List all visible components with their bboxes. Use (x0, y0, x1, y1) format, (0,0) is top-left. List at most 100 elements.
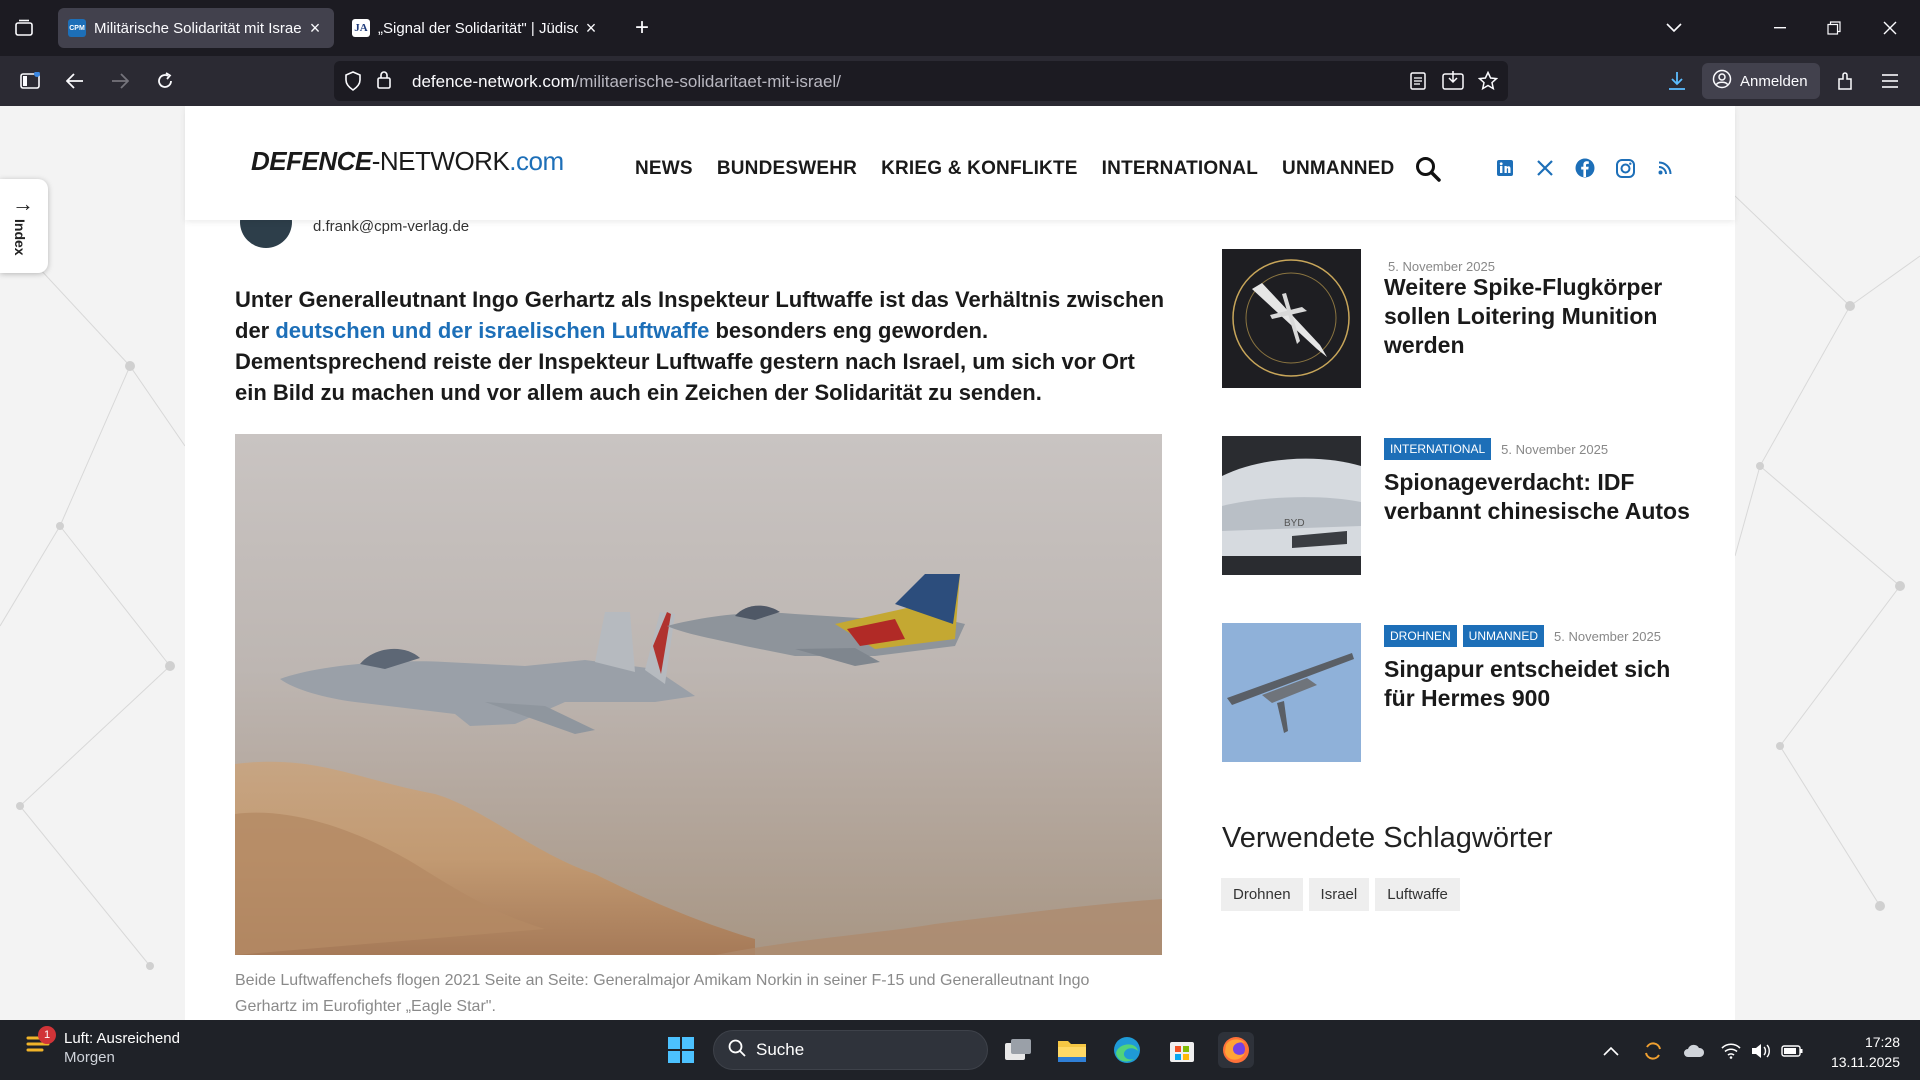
category-badge[interactable]: UNMANNED (1462, 625, 1545, 647)
onedrive-cloud-icon[interactable] (1683, 1040, 1705, 1062)
file-explorer-icon[interactable] (1054, 1032, 1090, 1068)
windows-start-icon[interactable] (663, 1032, 699, 1068)
related-thumbnail[interactable]: BYD (1222, 436, 1361, 575)
task-view-icon[interactable] (1000, 1032, 1036, 1068)
firefox-taskbar-icon[interactable] (1218, 1032, 1254, 1068)
taskbar-search[interactable]: Suche (713, 1030, 988, 1070)
x-twitter-icon[interactable] (1535, 158, 1555, 178)
extensions-icon[interactable] (1832, 67, 1860, 95)
linkedin-icon[interactable] (1495, 158, 1515, 178)
reload-icon[interactable] (151, 67, 179, 95)
related-date: 5. November 2025 (1388, 259, 1495, 274)
logo-tld: .com (509, 146, 564, 176)
lock-icon[interactable] (376, 70, 392, 95)
related-title[interactable]: Singapur entscheidet sich für Hermes 900 (1384, 655, 1694, 713)
article-lead: Unter Generalleutnant Ingo Gerhartz als … (235, 284, 1165, 408)
weather-line1: Luft: Ausreichend (64, 1030, 180, 1047)
logo-part: -NETWORK (371, 146, 510, 176)
close-window-icon[interactable] (1876, 14, 1904, 42)
related-date: 5. November 2025 (1501, 441, 1609, 457)
save-to-pocket-icon[interactable] (1442, 71, 1464, 96)
related-thumbnail[interactable] (1222, 623, 1361, 762)
search-label: Suche (756, 1040, 805, 1059)
browser-tab-bar: CPM Militärische Solidarität mit Israel … (0, 0, 1920, 56)
category-badge[interactable]: INTERNATIONAL (1384, 438, 1492, 460)
tab-overflow-chevron-icon[interactable] (1660, 14, 1688, 42)
minimize-icon[interactable] (1766, 14, 1794, 42)
web-page: → Index DEFENCE-NETWORK.com NEWS BUNDESW… (0, 106, 1920, 1020)
related-title[interactable]: Spionageverdacht: IDF verbannt chinesisc… (1384, 468, 1694, 526)
forward-icon[interactable] (106, 67, 134, 95)
reader-view-icon[interactable] (1410, 71, 1426, 96)
shield-icon[interactable] (344, 71, 362, 96)
lead-link[interactable]: deutschen und der israelischen Luftwaffe (275, 318, 709, 343)
author-email[interactable]: d.frank@cpm-verlag.de (313, 218, 469, 235)
svg-text:BYD: BYD (1284, 518, 1305, 529)
air-quality-icon: 1 (24, 1026, 56, 1060)
chevron-up-icon[interactable] (1600, 1040, 1622, 1062)
url-bar[interactable]: defence-network.com/militaerische-solida… (334, 61, 1508, 101)
tag-drohnen[interactable]: Drohnen (1221, 878, 1303, 911)
close-tab-icon[interactable]: × (306, 18, 324, 39)
category-badge[interactable]: DROHNEN (1384, 625, 1457, 647)
tag-luftwaffe[interactable]: Luftwaffe (1375, 878, 1460, 911)
back-icon[interactable] (61, 67, 89, 95)
weather-widget[interactable]: 1 Luft: Ausreichend Morgen (24, 1026, 180, 1066)
volume-icon[interactable] (1750, 1040, 1772, 1062)
arrow-right-icon: → (12, 191, 34, 216)
menu-icon[interactable] (1876, 67, 1904, 95)
wifi-icon[interactable] (1720, 1040, 1742, 1062)
bookmark-star-icon[interactable] (1477, 70, 1499, 96)
url-text[interactable]: defence-network.com/militaerische-solida… (412, 72, 841, 92)
social-links (1495, 158, 1675, 178)
tab-list-icon[interactable] (10, 14, 38, 42)
downloads-icon[interactable] (1663, 67, 1691, 95)
index-label: Index (12, 219, 28, 256)
system-clock[interactable]: 17:28 13.11.2025 (1800, 1032, 1900, 1072)
related-meta: 5. November 2025 (1384, 259, 1495, 274)
site-header: DEFENCE-NETWORK.com NEWS BUNDESWEHR KRIE… (185, 106, 1735, 220)
signin-label: Anmelden (1740, 72, 1808, 90)
new-tab-icon[interactable]: + (628, 14, 656, 42)
browser-toolbar: defence-network.com/militaerische-solida… (0, 56, 1920, 106)
tag-list: Drohnen Israel Luftwaffe (1221, 878, 1460, 911)
sync-icon[interactable] (1642, 1040, 1664, 1062)
related-meta: DROHNEN UNMANNED 5. November 2025 (1384, 625, 1661, 647)
site-logo[interactable]: DEFENCE-NETWORK.com (251, 146, 564, 177)
nav-international[interactable]: INTERNATIONAL (1102, 158, 1258, 180)
related-thumbnail[interactable] (1222, 249, 1361, 388)
weather-line2: Morgen (64, 1049, 115, 1066)
logo-part-bold: DEFENCE (251, 146, 372, 176)
image-caption: Beide Luftwaffenchefs flogen 2021 Seite … (235, 972, 1090, 1015)
tab-active[interactable]: CPM Militärische Solidarität mit Israel … (58, 8, 334, 48)
search-icon[interactable] (1415, 156, 1443, 184)
index-tab[interactable]: → Index (0, 179, 48, 273)
clock-date: 13.11.2025 (1830, 1054, 1900, 1070)
clock-time: 17:28 (1864, 1034, 1900, 1050)
signin-button[interactable]: Anmelden (1702, 63, 1820, 99)
tab-title: „Signal der Solidarität" | Jüdisch (378, 19, 578, 37)
instagram-icon[interactable] (1615, 158, 1635, 178)
tag-israel[interactable]: Israel (1308, 878, 1370, 911)
rss-icon[interactable] (1655, 158, 1675, 178)
edge-browser-icon[interactable] (1109, 1032, 1145, 1068)
nav-unmanned[interactable]: UNMANNED (1282, 158, 1394, 180)
nav-bundeswehr[interactable]: BUNDESWEHR (717, 158, 857, 180)
main-navigation: NEWS BUNDESWEHR KRIEG & KONFLIKTE INTERN… (635, 158, 1394, 180)
hero-image (235, 434, 1162, 955)
restore-icon[interactable] (1820, 14, 1848, 42)
facebook-icon[interactable] (1575, 158, 1595, 178)
tab-inactive[interactable]: JA „Signal der Solidarität" | Jüdisch × (342, 8, 610, 48)
windows-taskbar: 1 Luft: Ausreichend Morgen Suche 17:28 1… (0, 1020, 1920, 1080)
notification-badge: 1 (38, 1026, 56, 1044)
sidebar-toggle-icon[interactable] (16, 67, 44, 95)
tags-heading: Verwendete Schlagwörter (1222, 822, 1553, 854)
close-tab-icon[interactable]: × (582, 18, 600, 39)
related-date: 5. November 2025 (1554, 628, 1661, 644)
cpm-favicon-icon: CPM (68, 19, 86, 37)
nav-news[interactable]: NEWS (635, 158, 693, 180)
tab-title: Militärische Solidarität mit Israel (94, 19, 302, 37)
related-title[interactable]: Weitere Spike-Flugkörper sollen Loiterin… (1384, 273, 1694, 360)
microsoft-store-icon[interactable] (1164, 1032, 1200, 1068)
nav-krieg-konflikte[interactable]: KRIEG & KONFLIKTE (881, 158, 1078, 180)
